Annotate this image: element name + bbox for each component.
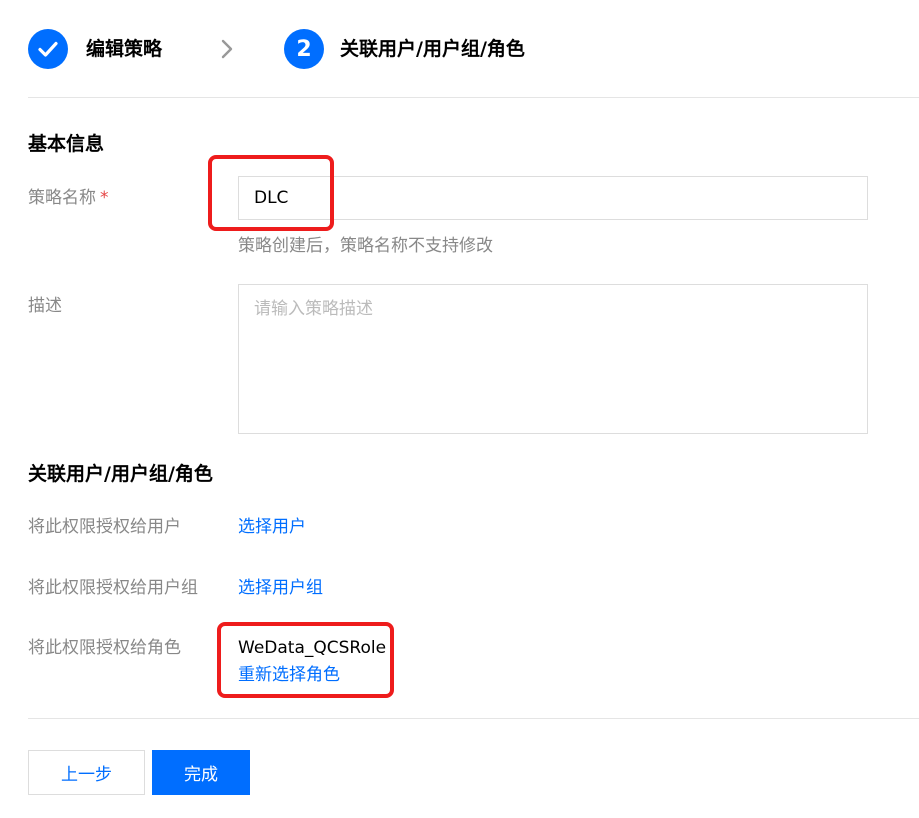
grant-role-label: 将此权限授权给角色 — [28, 638, 181, 658]
basic-info-title: 基本信息 — [28, 133, 105, 155]
grant-group-label: 将此权限授权给用户组 — [28, 578, 198, 598]
policy-name-label-text: 策略名称 — [28, 188, 96, 208]
description-label: 描述 — [28, 296, 62, 316]
policy-name-label: 策略名称 * — [28, 186, 109, 210]
select-group-link[interactable]: 选择用户组 — [238, 576, 323, 600]
chevron-right-icon — [218, 38, 236, 64]
select-user-link[interactable]: 选择用户 — [238, 515, 306, 539]
check-icon — [38, 41, 58, 57]
step-2-number: 2 — [296, 36, 312, 62]
highlight-box-role — [217, 622, 394, 698]
finish-label: 完成 — [184, 765, 218, 785]
step-1-complete-indicator — [28, 29, 68, 69]
finish-button[interactable]: 完成 — [152, 750, 250, 795]
description-textarea[interactable] — [238, 284, 868, 434]
policy-name-hint: 策略创建后，策略名称不支持修改 — [238, 236, 493, 256]
step-2-label: 关联用户/用户组/角色 — [340, 38, 525, 60]
grant-user-label: 将此权限授权给用户 — [28, 517, 181, 537]
required-mark: * — [100, 188, 109, 208]
footer-divider — [28, 718, 919, 719]
highlight-box-policy-name — [208, 155, 334, 231]
step-1-label: 编辑策略 — [86, 38, 163, 60]
previous-step-button[interactable]: 上一步 — [28, 750, 145, 795]
step-2-number-indicator: 2 — [284, 29, 324, 69]
previous-step-label: 上一步 — [61, 765, 112, 785]
associate-section-title: 关联用户/用户组/角色 — [28, 463, 213, 485]
header-divider — [28, 97, 919, 98]
